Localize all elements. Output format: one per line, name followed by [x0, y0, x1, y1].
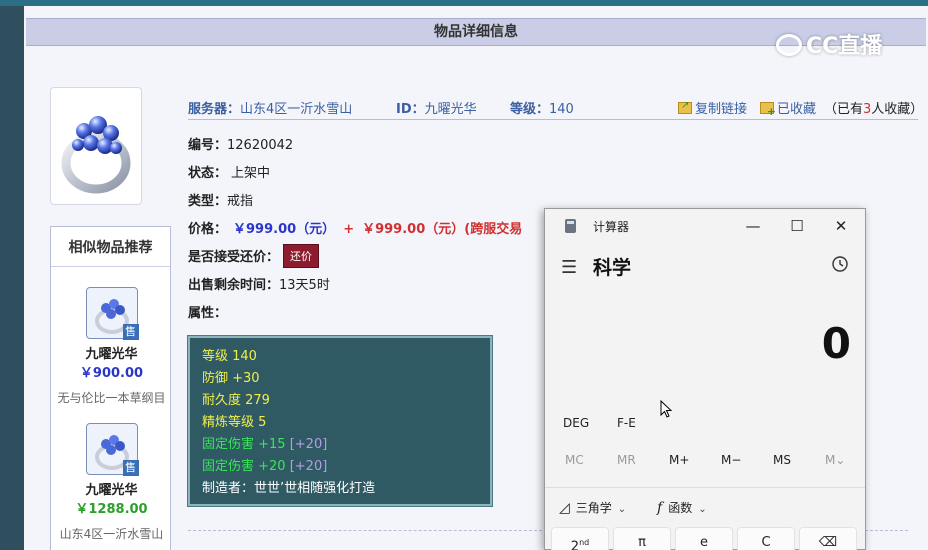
copy-link-button[interactable]: 复制链接 — [678, 98, 747, 117]
chevron-down-icon: ⌄ — [698, 504, 707, 515]
favorited-button[interactable]: 已收藏 — [760, 98, 816, 118]
attr-level: 等级 140 — [202, 349, 257, 364]
similar-items-title: 相似物品推荐 — [51, 227, 170, 267]
history-icon[interactable] — [831, 255, 849, 277]
ring-icon — [61, 105, 132, 194]
deg-button[interactable]: DEG — [563, 416, 589, 430]
similar-item-thumb[interactable]: 售 — [85, 287, 139, 340]
ms-button[interactable]: MS — [773, 453, 791, 467]
attributes-panel: 等级 140 防御 +30 耐久度 279 精炼等级 5 固定伤害 +15 [+… — [187, 335, 493, 507]
mc-button[interactable]: MC — [565, 453, 584, 467]
item-image[interactable] — [50, 87, 142, 205]
similar-item-thumb[interactable]: 售 — [85, 423, 139, 476]
watermark: CC直播 — [776, 28, 882, 60]
similar-items-panel: 相似物品推荐 售 九曜光华 ￥900.00 无与伦比一本草纲目 售 九曜光华 ￥… — [50, 226, 171, 550]
similar-item-price: ￥900.00 — [79, 366, 144, 381]
bargain-button[interactable]: 还价 — [283, 244, 320, 268]
similar-item-name[interactable]: 九曜光华 — [51, 479, 172, 498]
calculator-titlebar[interactable]: 计算器 — ☐ ✕ — [545, 209, 865, 243]
trigonometry-dropdown[interactable]: ◿ 三角学 ⌄ — [559, 499, 626, 516]
backspace-key[interactable]: ⌫ — [799, 527, 857, 550]
chevron-down-icon: ⌄ — [617, 504, 627, 515]
close-button[interactable]: ✕ — [821, 213, 861, 239]
attr-maker: 制造者：世世’世相随强化打造 — [202, 481, 376, 496]
similar-item-server: 山东4区一沂水雪山 — [59, 527, 164, 541]
level-info: 等级：140 — [510, 102, 574, 117]
attr-defense: 防御 +30 — [202, 371, 260, 386]
remaining-time: 出售剩余时间：13天5时 — [188, 278, 330, 293]
mr-button[interactable]: MR — [617, 453, 636, 467]
attributes-label: 属性： — [188, 306, 228, 321]
fe-button[interactable]: F-E — [617, 416, 636, 430]
second-function-key[interactable]: 2nd — [551, 527, 609, 550]
attr-fixed-damage-1: 固定伤害 +15 [+20] — [202, 437, 328, 452]
copy-link-icon — [678, 100, 692, 114]
clear-key[interactable]: C — [737, 527, 795, 550]
bargain-row: 是否接受还价： 还价 — [188, 244, 320, 268]
calculator-display: 0 — [821, 319, 851, 368]
calculator-title: 计算器 — [593, 220, 630, 234]
favorite-count: （已有3人收藏） — [824, 102, 924, 117]
maximize-button[interactable]: ☐ — [777, 213, 817, 239]
function-icon: f — [657, 500, 663, 516]
pi-key[interactable]: π — [613, 527, 671, 550]
triangle-icon: ◿ — [559, 500, 570, 516]
function-dropdown[interactable]: f 函数 ⌄ — [657, 499, 707, 516]
item-price: 价格： ￥999.00（元） + ￥999.00（元）(跨服交易 — [188, 222, 523, 237]
minimize-button[interactable]: — — [733, 213, 773, 239]
memory-list-button[interactable]: M⌄ — [825, 453, 845, 467]
item-type: 类型：戒指 — [188, 194, 254, 209]
cc-logo-icon — [776, 34, 802, 56]
attr-refine: 精炼等级 5 — [202, 415, 267, 430]
calculator-separator — [545, 487, 865, 488]
item-status: 状态： 上架中 — [188, 166, 271, 181]
similar-item-price: ￥1288.00 — [75, 502, 148, 517]
sell-badge: 售 — [122, 324, 139, 340]
m-minus-button[interactable]: M− — [721, 453, 741, 467]
similar-item-name[interactable]: 九曜光华 — [51, 343, 172, 362]
calculator-window[interactable]: 计算器 — ☐ ✕ ☰ 科学 0 DEG F-E MC MR M+ M− MS … — [544, 208, 866, 550]
item-number: 编号：12620042 — [188, 138, 294, 153]
calculator-app-icon — [565, 219, 576, 233]
similar-item[interactable]: 售 九曜光华 ￥1288.00 山东4区一沂水雪山 — [51, 423, 172, 542]
mouse-cursor-icon — [660, 400, 673, 418]
item-meta-row: 服务器：山东4区一沂水雪山 ID：九曜光华 等级：140 复制链接 已收藏 （已… — [188, 92, 923, 120]
hamburger-menu-icon[interactable]: ☰ — [561, 257, 577, 278]
calculator-mode: 科学 — [593, 257, 632, 279]
m-plus-button[interactable]: M+ — [669, 453, 689, 467]
similar-item[interactable]: 售 九曜光华 ￥900.00 无与伦比一本草纲目 — [51, 287, 172, 406]
history-clock-icon — [832, 256, 848, 272]
attr-fixed-damage-2: 固定伤害 +20 [+20] — [202, 459, 328, 474]
attr-durability: 耐久度 279 — [202, 393, 270, 408]
sell-badge: 售 — [122, 460, 139, 476]
favorite-icon — [760, 102, 776, 118]
similar-item-server: 无与伦比一本草纲目 — [57, 391, 166, 405]
server-info: 服务器：山东4区一沂水雪山 — [188, 102, 353, 117]
item-id-info: ID：九曜光华 — [396, 102, 477, 117]
e-key[interactable]: e — [675, 527, 733, 550]
